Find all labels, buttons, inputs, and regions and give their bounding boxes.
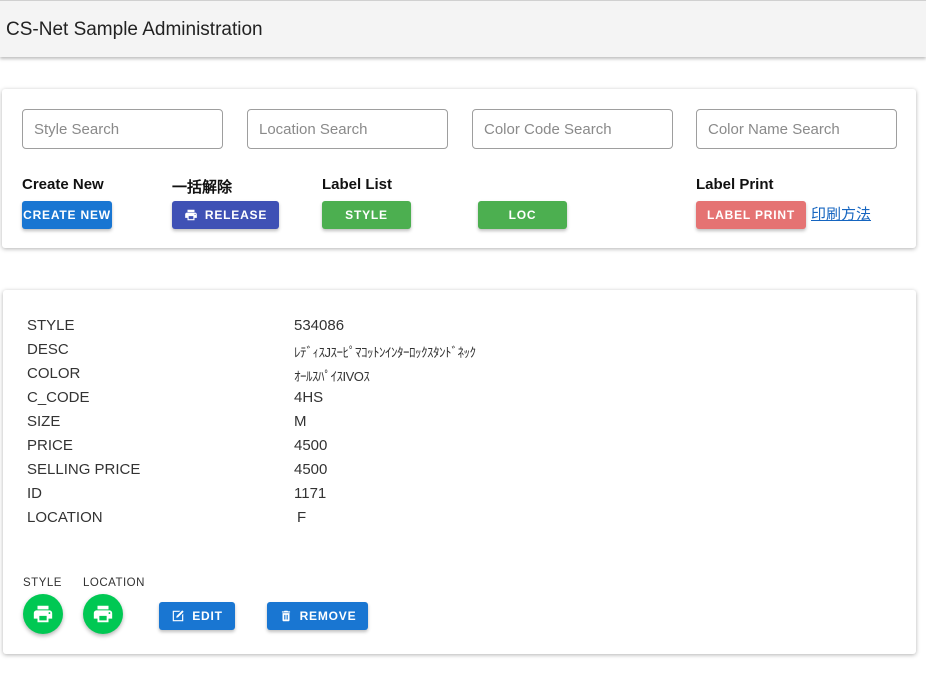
create-new-heading: Create New xyxy=(22,176,104,193)
detail-value-desc: ﾚﾃﾞｨｽJｽｰﾋﾟﾏｺｯﾄﾝｲﾝﾀｰﾛｯｸｽﾀﾝﾄﾞﾈｯｸ xyxy=(294,345,476,360)
detail-value-selling-price: 4500 xyxy=(294,461,328,478)
create-new-button[interactable]: CREATE NEW xyxy=(22,201,112,229)
label-print-button[interactable]: LABEL PRINT xyxy=(696,201,806,229)
release-heading: 一括解除 xyxy=(172,179,233,196)
style-search-input[interactable] xyxy=(22,109,223,149)
detail-value-id: 1171 xyxy=(294,485,327,502)
remove-button-label: REMOVE xyxy=(299,609,357,623)
remove-button[interactable]: REMOVE xyxy=(267,602,368,630)
printer-icon xyxy=(185,209,197,221)
label-list-heading: Label List xyxy=(322,176,393,193)
style-print-label: STYLE xyxy=(23,577,62,589)
color-code-search-input[interactable] xyxy=(472,109,673,149)
label-print-heading: Label Print xyxy=(696,176,774,193)
app-title: CS-Net Sample Administration xyxy=(6,19,263,40)
detail-value-c-code: 4HS xyxy=(294,389,324,406)
detail-value-price: 4500 xyxy=(294,437,328,454)
detail-key-c-code: C_CODE xyxy=(27,389,90,406)
location-print-fab[interactable] xyxy=(83,594,123,634)
detail-value-style: 534086 xyxy=(294,317,345,334)
detail-key-selling-price: SELLING PRICE xyxy=(27,461,141,478)
detail-key-price: PRICE xyxy=(27,437,73,454)
detail-value-location: F xyxy=(297,509,307,526)
app-bar: CS-Net Sample Administration xyxy=(0,0,926,57)
release-button-label: RELEASE xyxy=(204,208,268,222)
detail-value-size: M xyxy=(294,413,307,430)
color-name-search-input[interactable] xyxy=(696,109,897,149)
printer-icon xyxy=(33,605,53,623)
edit-icon xyxy=(172,610,184,622)
detail-key-desc: DESC xyxy=(27,341,69,358)
style-print-fab[interactable] xyxy=(23,594,63,634)
printer-icon xyxy=(93,605,113,623)
release-button[interactable]: RELEASE xyxy=(172,201,279,229)
location-search-input[interactable] xyxy=(247,109,448,149)
label-list-style-button[interactable]: STYLE xyxy=(322,201,411,229)
location-print-label: LOCATION xyxy=(83,577,145,589)
detail-key-color: COLOR xyxy=(27,365,81,382)
edit-button[interactable]: EDIT xyxy=(159,602,235,630)
detail-key-style: STYLE xyxy=(27,317,75,334)
detail-key-id: ID xyxy=(27,485,42,502)
create-new-button-label: CREATE NEW xyxy=(23,208,111,222)
sample-detail-card: STYLE 534086 DESC ﾚﾃﾞｨｽJｽｰﾋﾟﾏｺｯﾄﾝｲﾝﾀｰﾛｯｸ… xyxy=(3,290,916,654)
detail-value-color: ｵｰﾙｽﾊﾟｲｽIVOｽ xyxy=(294,369,370,384)
label-list-loc-button[interactable]: LOC xyxy=(478,201,567,229)
search-toolbar-card: Create New CREATE NEW 一括解除 RELEASE Label… xyxy=(2,89,916,248)
print-method-link[interactable]: 印刷方法 xyxy=(811,203,871,224)
loc-button-label: LOC xyxy=(508,208,537,222)
trash-icon xyxy=(281,610,290,622)
detail-key-location: LOCATION xyxy=(27,509,103,526)
detail-key-size: SIZE xyxy=(27,413,61,430)
style-button-label: STYLE xyxy=(345,208,388,222)
label-print-button-label: LABEL PRINT xyxy=(707,208,795,222)
edit-button-label: EDIT xyxy=(192,609,223,623)
